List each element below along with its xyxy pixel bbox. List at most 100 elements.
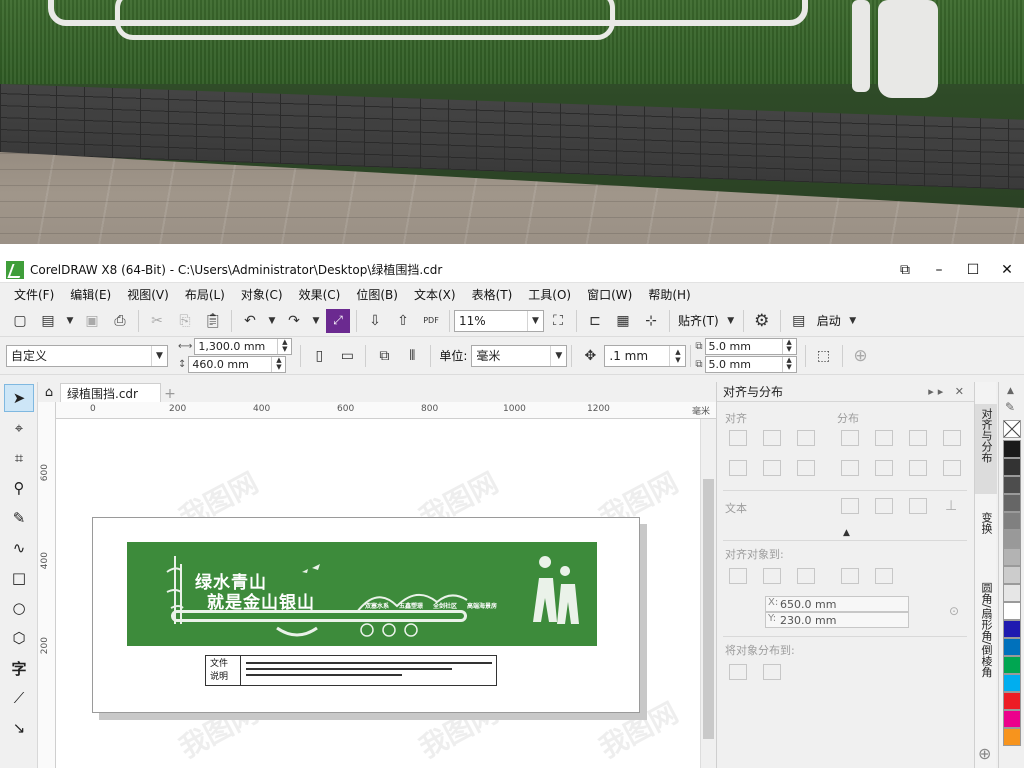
align-to-point-icon[interactable] [875, 568, 893, 584]
tab-align-distribute[interactable]: 对齐与分布 [975, 404, 997, 494]
color-swatch[interactable] [1003, 728, 1021, 746]
home-icon[interactable]: ⌂ [40, 383, 58, 401]
align-to-grid-icon[interactable] [841, 568, 859, 584]
align-center-h-icon[interactable] [763, 430, 781, 446]
connector-tool-icon[interactable]: ↘ [4, 714, 34, 742]
redo-icon[interactable]: ↷ [282, 309, 306, 333]
color-swatch[interactable] [1003, 584, 1021, 602]
undo-icon[interactable]: ↶ [238, 309, 262, 333]
document-page[interactable]: 绿水青山 就是金山银山 双塞水系 五鑫塑璟 全剑社区 高端海景房 文件 说明 [92, 517, 640, 713]
color-swatch[interactable] [1003, 476, 1021, 494]
duplicate-x-field[interactable]: 5.0 mm ▲ ▼ [704, 338, 797, 355]
hoarding-artwork[interactable]: 绿水青山 就是金山银山 双塞水系 五鑫塑璟 全剑社区 高端海景房 [127, 542, 597, 646]
import-icon[interactable]: ⇩ [363, 309, 387, 333]
color-swatch[interactable] [1003, 458, 1021, 476]
distribute-center-h-icon[interactable] [875, 430, 893, 446]
launch-dropdown-icon[interactable]: ▼ [847, 309, 859, 333]
distribute-to-selection-icon[interactable] [729, 664, 747, 680]
palette-scroll-up-icon[interactable]: ▲ [1007, 386, 1014, 396]
pick-point-icon[interactable]: ⊙ [949, 604, 959, 618]
rectangle-tool-icon[interactable]: □ [4, 564, 34, 592]
color-swatch[interactable] [1003, 656, 1021, 674]
landscape-icon[interactable]: ▭ [335, 344, 359, 368]
color-swatch[interactable] [1003, 440, 1021, 458]
menu-view[interactable]: 视图(V) [119, 286, 177, 303]
save-icon[interactable]: ▣ [80, 309, 104, 333]
distribute-top-icon[interactable] [841, 460, 859, 476]
spinner-icon[interactable]: ▲ ▼ [271, 357, 285, 372]
publish-pdf-icon[interactable]: PDF [419, 309, 443, 333]
crop-tool-icon[interactable]: ⌗ [4, 444, 34, 472]
launch-app-icon[interactable]: ▤ [787, 309, 811, 333]
portrait-icon[interactable]: ▯ [307, 344, 331, 368]
menu-bitmaps[interactable]: 位图(B) [348, 286, 406, 303]
menu-help[interactable]: 帮助(H) [640, 286, 698, 303]
all-pages-icon[interactable]: ⧉ [372, 344, 396, 368]
snap-dropdown-icon[interactable]: ▼ [725, 309, 737, 333]
menu-layout[interactable]: 布局(L) [177, 286, 233, 303]
menu-text[interactable]: 文本(X) [406, 286, 464, 303]
align-center-v-icon[interactable] [763, 460, 781, 476]
document-tab[interactable]: 绿植围挡.cdr [60, 383, 161, 402]
minimize-button[interactable]: – [922, 257, 956, 283]
menu-file[interactable]: 文件(F) [6, 286, 62, 303]
spinner-icon[interactable]: ▲ ▼ [781, 339, 796, 354]
tab-fillet-scallop-chamfer[interactable]: 圆角/扇形角/倒棱角 [975, 578, 997, 718]
snap-to-menu[interactable]: 贴齐(T) [678, 312, 719, 329]
nudge-distance-field[interactable]: .1 mm ▲ ▼ [604, 344, 687, 367]
units-combo[interactable]: 毫米 ▼ [471, 344, 568, 367]
align-bottom-icon[interactable] [797, 460, 815, 476]
shape-tool-icon[interactable]: ⌖ [4, 414, 34, 442]
color-swatch[interactable] [1003, 512, 1021, 530]
open-dropdown-icon[interactable]: ▼ [64, 309, 76, 333]
full-screen-icon[interactable]: ⛶ [546, 309, 570, 333]
menu-object[interactable]: 对象(C) [233, 286, 291, 303]
align-to-active-objects-icon[interactable] [729, 568, 747, 584]
undo-dropdown-icon[interactable]: ▼ [266, 309, 278, 333]
align-point-y-field[interactable]: Y: 230.0 mm [765, 612, 909, 628]
show-grid-icon[interactable]: ▦ [611, 309, 635, 333]
collapse-section-icon[interactable]: ▲ [843, 528, 850, 538]
pick-tool-icon[interactable]: ➤ [4, 384, 34, 412]
treat-as-filled-icon[interactable]: ⬚ [812, 344, 836, 368]
options-gear-icon[interactable]: ⚙ [750, 309, 774, 333]
artistic-media-tool-icon[interactable]: ∿ [4, 534, 34, 562]
show-guidelines-icon[interactable]: ⊹ [639, 309, 663, 333]
cut-icon[interactable]: ✂ [145, 309, 169, 333]
new-document-icon[interactable]: ▢ [8, 309, 32, 333]
add-docker-icon[interactable]: ⊕ [978, 744, 991, 763]
docker-controls[interactable]: ▸▸ ✕ [928, 385, 974, 398]
vertical-scrollbar[interactable] [700, 419, 716, 768]
color-swatch[interactable] [1003, 620, 1021, 638]
align-top-icon[interactable] [729, 460, 747, 476]
launch-menu[interactable]: 启动 [817, 312, 841, 329]
color-swatch[interactable] [1003, 566, 1021, 584]
menu-table[interactable]: 表格(T) [464, 286, 521, 303]
distribute-left-icon[interactable] [841, 430, 859, 446]
redo-dropdown-icon[interactable]: ▼ [310, 309, 322, 333]
ellipse-tool-icon[interactable]: ○ [4, 594, 34, 622]
print-icon[interactable]: ⎙ [108, 309, 132, 333]
current-page-icon[interactable]: ⫴ [400, 344, 424, 368]
paste-icon[interactable]: 📋︎ [201, 309, 225, 333]
maximize-button[interactable]: ☐ [956, 257, 990, 283]
distribute-center-v-icon[interactable] [875, 460, 893, 476]
distribute-bottom-icon[interactable] [909, 460, 927, 476]
copy-icon[interactable]: ⎘ [173, 309, 197, 333]
distribute-right-icon[interactable] [909, 430, 927, 446]
zoom-level-combo[interactable]: 11% ▼ [454, 309, 544, 332]
color-swatch[interactable] [1003, 494, 1021, 512]
polygon-tool-icon[interactable]: ⬡ [4, 624, 34, 652]
show-rulers-icon[interactable]: ⊏ [583, 309, 607, 333]
open-folder-icon[interactable]: ▤ [36, 309, 60, 333]
distribute-spacing-v-icon[interactable] [943, 460, 961, 476]
spinner-icon[interactable]: ▲ ▼ [277, 339, 291, 354]
tab-transform[interactable]: 变换 [975, 508, 997, 560]
add-tab-icon[interactable]: + [161, 385, 179, 402]
align-point-x-field[interactable]: X: 650.0 mm [765, 596, 909, 612]
distribute-spacing-h-icon[interactable] [943, 430, 961, 446]
add-page-icon[interactable]: ⊕ [849, 344, 873, 368]
color-swatch[interactable] [1003, 548, 1021, 566]
color-swatch[interactable] [1003, 674, 1021, 692]
align-left-icon[interactable] [729, 430, 747, 446]
